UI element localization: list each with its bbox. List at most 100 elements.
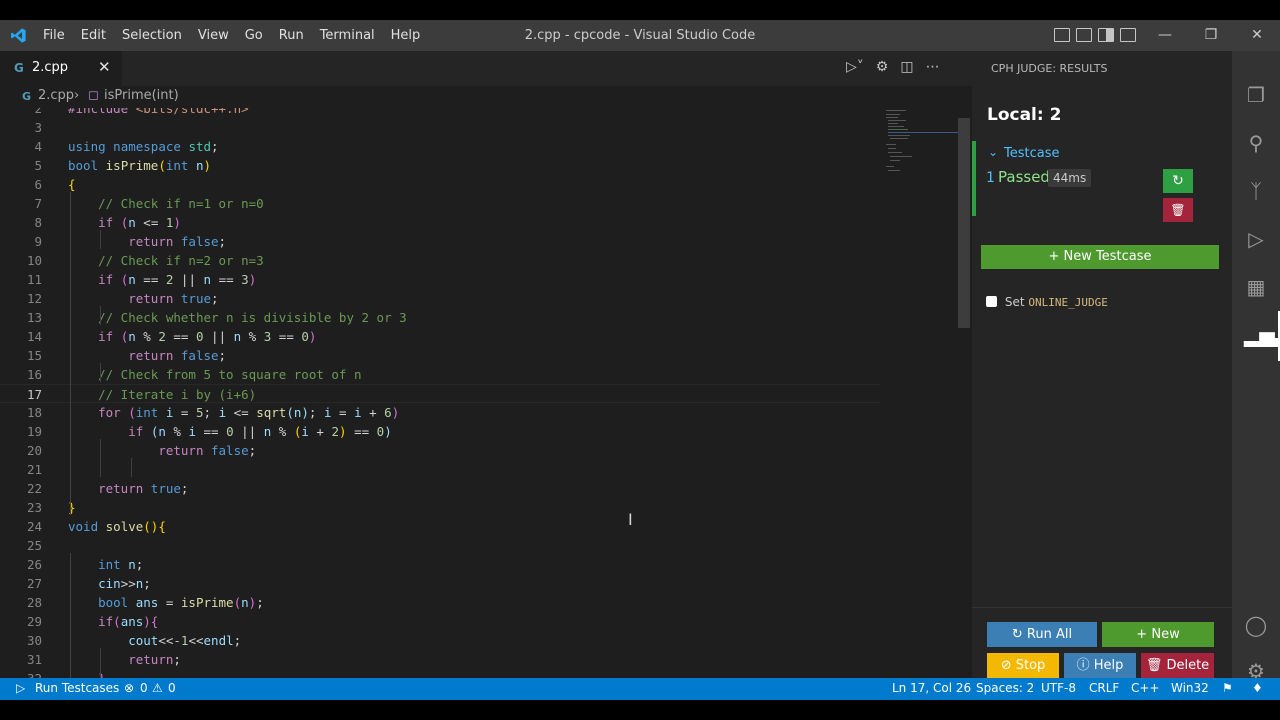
code-line[interactable]: 18 for (int i = 5; i <= sqrt(n); i = i +… [0,403,880,422]
help-button[interactable]: ⓘ Help [1064,653,1136,678]
gear-icon[interactable]: ⚙ [876,59,889,75]
code-line[interactable]: 10 // Check if n=2 or n=3 [0,251,880,270]
minimap[interactable] [882,108,958,208]
code-line[interactable]: 28 bool ans = isPrime(n); [0,593,880,612]
explorer-icon[interactable]: ❐ [1244,83,1268,107]
tab-2-cpp[interactable]: G 2.cpp ✕ [0,51,122,86]
notifications-bell-icon[interactable]: ♦ [1252,681,1263,695]
code-line[interactable]: 16 // Check from 5 to square root of n [0,365,880,384]
menu-go[interactable]: Go [237,20,271,51]
customize-layout-icon[interactable] [1120,28,1136,42]
code-line[interactable]: 11 if (n == 2 || n == 3) [0,270,880,289]
feedback-icon[interactable]: ⚑ [1222,681,1233,695]
code-line[interactable]: 24 void solve(){ [0,517,880,536]
code-line[interactable]: 32 } [0,669,880,678]
code-line[interactable]: 14 if (n % 2 == 0 || n % 3 == 0) [0,327,880,346]
new-testcase-button[interactable]: + New Testcase [981,245,1219,269]
menu-file[interactable]: File [35,20,73,51]
line-ending[interactable]: CRLF [1089,681,1119,695]
new-button[interactable]: + New [1102,622,1214,647]
code-line[interactable]: 22 return true; [0,479,880,498]
restore-icon[interactable]: ❐ [1188,20,1234,51]
menu-selection[interactable]: Selection [114,20,190,51]
code-line[interactable]: 29 if(ans){ [0,612,880,631]
code-line[interactable]: 15 return false; [0,346,880,365]
code-line[interactable]: 21 [0,460,880,479]
warning-count[interactable]: 0 [168,681,176,695]
cursor-position[interactable]: Ln 17, Col 26 [892,681,971,695]
code-line[interactable]: 8 if (n <= 1) [0,213,880,232]
plus-icon: + [1048,249,1060,264]
language-mode[interactable]: C++ [1131,681,1160,695]
chevron-down-icon[interactable]: ⌄ [988,145,998,159]
vscode-logo-icon[interactable] [10,27,27,44]
error-count[interactable]: 0 [140,681,148,695]
line-number: 16 [26,367,42,382]
code-line[interactable]: 25 [0,536,880,555]
run-testcases-button[interactable]: Run Testcases [35,681,119,695]
editor-actions: ▷˅ ⚙ ◫ ⋯ [846,59,940,75]
code-line[interactable]: 3 [0,118,880,137]
plus-icon: + [1136,627,1148,642]
line-number: 6 [34,177,42,192]
breadcrumb-symbol[interactable]: isPrime(int) [104,88,179,103]
cph-judge-panel: CPH JUDGE: RESULTS Local: 2 ⌄ Testcase 1… [972,51,1232,678]
close-tab-icon[interactable]: ✕ [98,58,111,76]
code-line[interactable]: 12 return true; [0,289,880,308]
account-icon[interactable]: ◯ [1244,613,1268,637]
toggle-secondary-sidebar-icon[interactable] [1098,28,1114,42]
code-line[interactable]: 27 cin>>n; [0,574,880,593]
indentation[interactable]: Spaces: 2 [976,681,1034,695]
encoding[interactable]: UTF-8 [1041,681,1076,695]
more-actions-icon[interactable]: ⋯ [926,59,940,75]
code-line[interactable]: 7 // Check if n=1 or n=0 [0,194,880,213]
delete-testcase-button[interactable]: 🗑 [1163,198,1193,222]
editor-scrollbar[interactable] [958,118,970,328]
run-debug-icon[interactable]: ▷ [1244,227,1268,251]
refresh-icon: ↻ [1011,627,1023,642]
delete-button[interactable]: 🗑 Delete [1141,653,1214,678]
code-line[interactable]: 17 // Iterate i by (i+6) [0,384,880,403]
menu-terminal[interactable]: Terminal [312,20,383,51]
code-line[interactable]: 9 return false; [0,232,880,251]
run-debug-icon[interactable]: ▷˅ [846,59,864,75]
code-text: // Check from 5 to square root of n [98,367,362,382]
line-number: 11 [26,272,42,287]
menu-view[interactable]: View [190,20,237,51]
code-line[interactable]: 23} [0,498,880,517]
code-line[interactable]: 30 cout<<-1<<endl; [0,631,880,650]
split-editor-icon[interactable]: ◫ [900,59,913,75]
code-line[interactable]: 31 return; [0,650,880,669]
code-line[interactable]: 19 if (n % i == 0 || n % (i + 2) == 0) [0,422,880,441]
minimize-icon[interactable]: — [1142,20,1188,51]
extensions-icon[interactable]: ▦ [1244,275,1268,299]
run-all-button[interactable]: ↻ Run All [987,622,1097,647]
stop-icon: ⊘ [1000,658,1012,673]
code-text: if (n <= 1) [98,215,181,230]
code-text: cin>>n; [98,576,151,591]
toggle-panel-icon[interactable] [1076,28,1092,42]
code-line[interactable]: 4 using namespace std; [0,137,880,156]
menu-edit[interactable]: Edit [73,20,114,51]
search-icon[interactable]: ⚲ [1244,131,1268,155]
menu-help[interactable]: Help [383,20,429,51]
breadcrumb-file[interactable]: 2.cpp [38,88,74,103]
rerun-testcase-button[interactable]: ↻ [1163,169,1193,193]
stop-button[interactable]: ⊘ Stop [987,653,1059,678]
code-line[interactable]: 20 return false; [0,441,880,460]
code-line[interactable]: 6{ [0,175,880,194]
close-window-icon[interactable]: ✕ [1234,20,1280,51]
testcase-label[interactable]: Testcase [1004,146,1060,161]
toggle-primary-sidebar-icon[interactable] [1054,28,1070,42]
online-judge-checkbox[interactable] [986,296,997,307]
run-testcases-icon: ▷ [16,681,26,695]
code-editor[interactable]: 2 #include <bits/stdc++.h> 3 4 using namespa… [0,108,972,678]
code-line[interactable]: 26 int n; [0,555,880,574]
cph-judge-icon[interactable]: ▂▅▃ [1244,323,1280,347]
code-line[interactable]: 2 #include <bits/stdc++.h> [0,108,880,118]
code-line[interactable]: 13 // Check whether n is divisible by 2 … [0,308,880,327]
menu-run[interactable]: Run [271,20,312,51]
code-line[interactable]: 5 bool isPrime(int n) [0,156,880,175]
source-control-icon[interactable]: ᛉ [1244,179,1268,203]
platform[interactable]: Win32 [1171,681,1209,695]
